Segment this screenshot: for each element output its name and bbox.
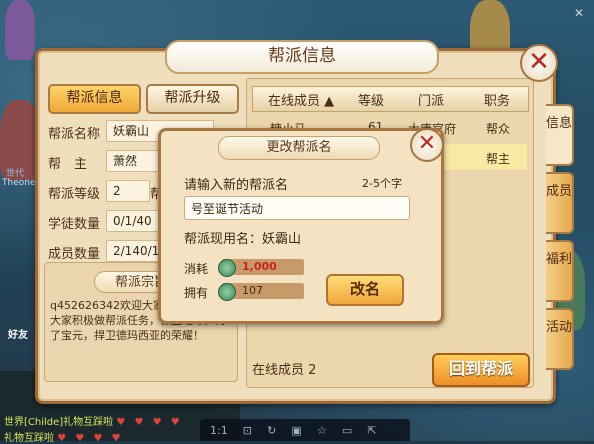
have-label: 拥有 (184, 286, 209, 300)
cost-value: 1,000 (242, 260, 277, 273)
tab-guild-upgrade[interactable]: 帮派升级 (146, 84, 239, 114)
fit-icon[interactable]: ⊡ (243, 424, 252, 437)
side-tab-activity[interactable]: 活动 (546, 308, 574, 370)
close-icon: ✕ (417, 131, 437, 156)
guild-level-label: 帮派等级 (48, 187, 101, 202)
rotate-icon[interactable]: ↻ (267, 424, 276, 437)
window-close-icon[interactable]: ✕ (574, 6, 584, 20)
zoom-label[interactable]: 1:1 (210, 424, 228, 437)
scene-label: Theone (2, 178, 36, 188)
current-name-value: 妖霸山 (262, 232, 302, 247)
side-tab-info[interactable]: 信息 (546, 104, 574, 166)
return-to-guild-button[interactable]: 回到帮派 (432, 353, 530, 387)
save-icon[interactable]: ▣ (291, 424, 301, 437)
side-tab-label: 活动 (546, 320, 573, 335)
rename-prompt: 请输入新的帮派名 (184, 178, 289, 193)
new-guild-name-input[interactable] (184, 196, 410, 220)
online-value: 2 (308, 363, 317, 378)
side-tab-welfare[interactable]: 福利 (546, 240, 574, 302)
apprentice-label: 学徒数量 (48, 217, 101, 232)
guild-level-value: 2 (106, 180, 150, 202)
bookmark-icon[interactable]: ☆ (317, 424, 327, 437)
member-count-label: 成员数量 (48, 247, 101, 262)
header-school[interactable]: 门派 (418, 90, 444, 109)
online-count: 在线成员 2 (252, 359, 316, 378)
hearts-icon: ♥ ♥ ♥ ♥ (57, 433, 124, 444)
rename-hint: 2-5个字 (362, 177, 402, 190)
close-icon: ✕ (528, 47, 550, 77)
screen-icon[interactable]: ▭ (342, 424, 352, 437)
rename-dialog-title: 更改帮派名 (218, 136, 380, 160)
friend-label[interactable]: 好友 (8, 326, 28, 341)
guild-leader-label: 帮 主 (48, 157, 88, 172)
hearts-icon: ♥ ♥ ♥ ♥ (116, 417, 183, 428)
scene-character (5, 0, 35, 60)
side-tab-label: 成员 (546, 184, 573, 199)
coin-icon (218, 283, 236, 301)
current-name-label: 帮派现用名： (184, 232, 263, 247)
chat-line: 礼物互踩啦 ♥ ♥ ♥ ♥ (4, 429, 124, 444)
side-tab-label: 信息 (546, 116, 573, 131)
online-label: 在线成员 (252, 363, 305, 378)
guild-name-label: 帮派名称 (48, 127, 101, 142)
panel-title: 帮派信息 (165, 40, 439, 74)
side-tab-label: 福利 (546, 252, 573, 267)
coin-icon (218, 259, 236, 277)
chat-channel: 世界 (4, 417, 24, 428)
chat-message: [Childe]礼物互踩啦 (24, 417, 114, 428)
side-tab-members[interactable]: 成员 (546, 172, 574, 234)
rename-confirm-button[interactable]: 改名 (326, 274, 404, 306)
have-value: 107 (242, 284, 263, 297)
header-level[interactable]: 等级 (358, 90, 384, 109)
rename-close-button[interactable]: ✕ (410, 128, 444, 162)
header-role[interactable]: 职务 (484, 90, 510, 109)
tab-guild-info[interactable]: 帮派信息 (48, 84, 141, 114)
member-role: 帮众 (486, 122, 511, 136)
member-role: 帮主 (486, 152, 511, 166)
bottom-toolbar: 1:1 ⊡ ↻ ▣ ☆ ▭ ⇱ (200, 419, 410, 441)
cost-label: 消耗 (184, 262, 209, 276)
close-panel-button[interactable]: ✕ (520, 44, 558, 82)
chat-line: 世界[Childe]礼物互踩啦 ♥ ♥ ♥ ♥ (4, 413, 183, 428)
share-icon[interactable]: ⇱ (367, 424, 376, 437)
chat-message: 礼物互踩啦 (4, 433, 54, 444)
current-name-row: 帮派现用名：妖霸山 (184, 228, 301, 247)
header-online-member[interactable]: 在线成员 ▲ (268, 90, 334, 109)
